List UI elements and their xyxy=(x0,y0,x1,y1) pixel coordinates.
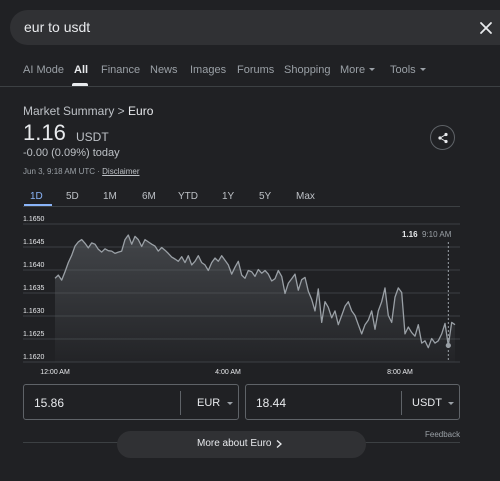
tab-more[interactable]: More xyxy=(340,64,376,76)
tab-images[interactable]: Images xyxy=(190,64,226,76)
x-tick-label: 12:00 AM xyxy=(40,369,70,376)
market-summary-link[interactable]: Euro xyxy=(128,104,153,118)
tab-tools[interactable]: Tools xyxy=(390,64,426,76)
tab-ai-mode[interactable]: AI Mode xyxy=(23,64,64,76)
y-tick-label: 1.1645 xyxy=(23,239,45,246)
y-tick-label: 1.1620 xyxy=(23,354,45,361)
timestamp-text: Jun 3, 9:18 AM UTC · xyxy=(23,167,103,176)
from-amount-input[interactable]: 15.86 xyxy=(34,396,64,410)
tab-news[interactable]: News xyxy=(150,64,178,76)
timestamp: Jun 3, 9:18 AM UTC · Disclaimer xyxy=(23,167,139,176)
x-tick-label: 8:00 AM xyxy=(387,369,413,376)
range-divider xyxy=(23,206,460,207)
tooltip-time: 9:10 AM xyxy=(422,230,452,239)
range-5y[interactable]: 5Y xyxy=(259,191,271,202)
y-tick-label: 1.1640 xyxy=(23,262,45,269)
tab-more-label: More xyxy=(340,64,366,76)
to-currency-box: 18.44 USDT xyxy=(245,384,460,420)
price-chart[interactable]: 1.1650 1.1645 1.1640 1.1635 1.1630 1.1625 1.16… xyxy=(0,210,500,382)
to-separator xyxy=(401,391,402,415)
from-currency-box: 15.86 EUR xyxy=(23,384,239,420)
share-icon xyxy=(438,132,448,144)
close-icon[interactable] xyxy=(476,18,496,38)
range-5d[interactable]: 5D xyxy=(66,191,79,202)
search-tabs: AI Mode All Finance News Images Forums S… xyxy=(0,58,500,88)
price-change: -0.00 (0.09%) today xyxy=(23,147,120,159)
disclaimer-link[interactable]: Disclaimer xyxy=(102,167,139,176)
price-currency: USDT xyxy=(76,130,109,144)
from-currency-select[interactable]: EUR xyxy=(197,397,220,409)
tab-all[interactable]: All xyxy=(74,64,88,76)
feedback-link[interactable]: Feedback xyxy=(425,430,460,439)
y-tick-label: 1.1650 xyxy=(23,216,45,223)
tab-forums[interactable]: Forums xyxy=(237,64,274,76)
range-ytd[interactable]: YTD xyxy=(178,191,198,202)
search-bar[interactable]: eur to usdt xyxy=(10,10,500,45)
market-summary-prefix: Market Summary > xyxy=(23,104,129,118)
tooltip-value: 1.16 xyxy=(402,230,418,239)
to-currency-select[interactable]: USDT xyxy=(412,397,442,409)
chevron-down-icon xyxy=(448,402,454,405)
tabs-divider xyxy=(0,86,500,87)
tab-finance[interactable]: Finance xyxy=(101,64,140,76)
range-1y[interactable]: 1Y xyxy=(222,191,234,202)
chevron-down-icon xyxy=(369,68,376,71)
range-6m[interactable]: 6M xyxy=(142,191,156,202)
to-amount-input[interactable]: 18.44 xyxy=(256,396,286,410)
more-about-label: More about Euro xyxy=(197,438,272,449)
hover-point xyxy=(445,342,451,349)
range-max[interactable]: Max xyxy=(296,191,315,202)
range-1m[interactable]: 1M xyxy=(103,191,117,202)
more-about-button[interactable]: More about Euro xyxy=(117,431,366,458)
y-tick-label: 1.1625 xyxy=(23,331,45,338)
share-button[interactable] xyxy=(430,125,455,150)
chevron-right-icon xyxy=(276,440,282,448)
price-value: 1.16 xyxy=(23,120,66,145)
search-input[interactable]: eur to usdt xyxy=(24,19,90,35)
chevron-down-icon xyxy=(419,68,426,71)
tab-shopping[interactable]: Shopping xyxy=(284,64,331,76)
chevron-down-icon xyxy=(227,402,233,405)
market-summary-title: Market Summary > Euro xyxy=(23,104,153,118)
y-tick-label: 1.1635 xyxy=(23,285,45,292)
tab-tools-label: Tools xyxy=(390,64,416,76)
range-1d[interactable]: 1D xyxy=(30,191,43,202)
y-tick-label: 1.1630 xyxy=(23,308,45,315)
x-tick-label: 4:00 AM xyxy=(215,369,241,376)
from-separator xyxy=(180,391,181,415)
